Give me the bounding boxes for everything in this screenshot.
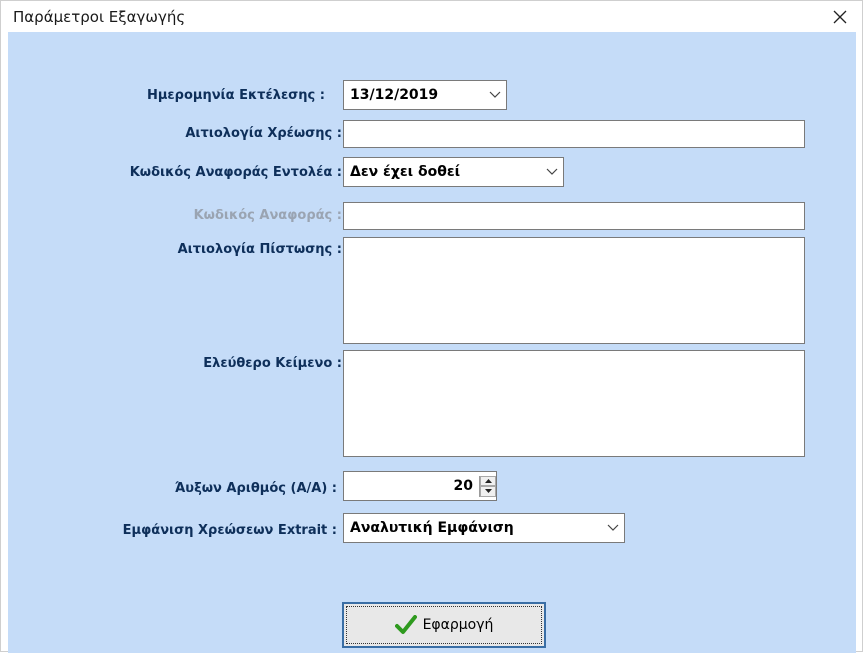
- debit-reason-input[interactable]: [343, 120, 805, 148]
- free-text-label: Ελεύθερο Κείμενο :: [203, 356, 342, 371]
- export-parameters-dialog: Παράμετροι Εξαγωγής Ημερομηνία Εκτέλεσης…: [0, 0, 863, 653]
- close-icon: [833, 10, 847, 23]
- extrait-display-label: Εμφάνιση Χρεώσεων Extrait :: [122, 523, 337, 538]
- serial-number-spinner[interactable]: 20: [343, 471, 497, 501]
- execution-date-value: 13/12/2019: [350, 87, 439, 103]
- title-bar: Παράμετροι Εξαγωγής: [1, 1, 862, 32]
- close-button[interactable]: [818, 1, 862, 32]
- extrait-display-select[interactable]: Αναλυτική Εμφάνιση: [343, 513, 625, 543]
- spin-up-button[interactable]: [480, 475, 496, 486]
- apply-button-label: Εφαρμογή: [422, 617, 494, 633]
- serial-number-value: 20: [453, 478, 473, 494]
- window-title: Παράμετροι Εξαγωγής: [13, 8, 186, 26]
- credit-reason-label: Αιτιολογία Πίστωσης :: [177, 242, 342, 257]
- spin-down-button[interactable]: [480, 486, 496, 497]
- checkmark-icon: [394, 615, 417, 634]
- chevron-down-icon: [602, 514, 624, 542]
- originator-ref-code-value: Δεν έχει δοθεί: [350, 164, 461, 180]
- execution-date-label: Ημερομηνία Εκτέλεσης :: [146, 88, 325, 103]
- extrait-display-value: Αναλυτική Εμφάνιση: [350, 520, 514, 536]
- ref-code-input[interactable]: [343, 202, 805, 230]
- originator-ref-code-select[interactable]: Δεν έχει δοθεί: [343, 157, 564, 187]
- serial-number-label: Άυξων Αριθμός (Α/Α) :: [174, 481, 337, 496]
- originator-ref-code-label: Κωδικός Αναφοράς Εντολέα :: [129, 165, 342, 180]
- arrow-down-icon: [484, 489, 492, 494]
- free-text-textarea[interactable]: [343, 350, 805, 457]
- dialog-body: Ημερομηνία Εκτέλεσης : 13/12/2019 Αιτιολ…: [8, 32, 856, 653]
- arrow-up-icon: [484, 478, 492, 483]
- debit-reason-label: Αιτιολογία Χρέωσης :: [185, 126, 342, 141]
- chevron-down-icon: [541, 158, 563, 186]
- credit-reason-textarea[interactable]: [343, 237, 805, 344]
- chevron-down-icon: [484, 81, 506, 109]
- ref-code-label: Κωδικός Αναφοράς :: [193, 208, 342, 223]
- apply-button[interactable]: Εφαρμογή: [342, 602, 546, 648]
- execution-date-picker[interactable]: 13/12/2019: [343, 80, 507, 110]
